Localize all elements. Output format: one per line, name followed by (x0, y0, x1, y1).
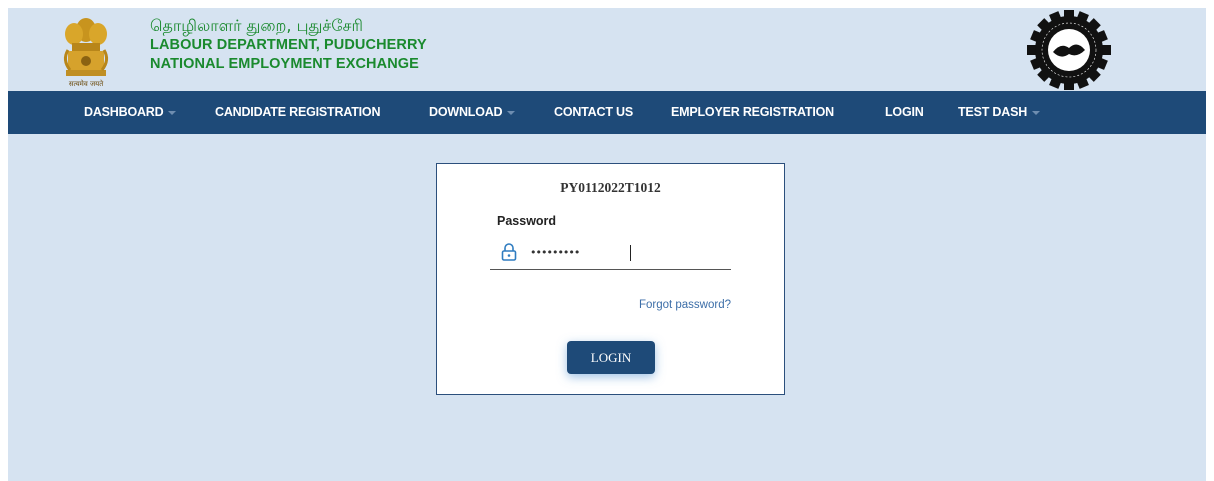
login-button[interactable]: LOGIN (567, 341, 655, 374)
registration-id: PY0112022T1012 (560, 180, 661, 195)
nav-login[interactable]: LOGIN (885, 105, 924, 119)
nav-dashboard-label: DASHBOARD (84, 105, 164, 119)
nav-candidate-registration-label: CANDIDATE REGISTRATION (215, 105, 381, 119)
nav-contact-us[interactable]: CONTACT US (554, 105, 633, 119)
nav-dashboard[interactable]: DASHBOARD (84, 105, 177, 119)
nav-test-dash-label: TEST DASH (958, 105, 1028, 119)
lock-icon (501, 243, 517, 261)
nav-candidate-registration[interactable]: CANDIDATE REGISTRATION (215, 105, 380, 119)
password-label: Password (497, 214, 557, 228)
nav-contact-us-label: CONTACT US (554, 105, 634, 119)
title-line1: LABOUR DEPARTMENT, PUDUCHERRY (150, 37, 427, 53)
text-cursor (630, 245, 631, 261)
nav-download[interactable]: DOWNLOAD (429, 105, 516, 119)
forgot-password-link[interactable]: Forgot password? (639, 299, 731, 311)
brand-block: தொழிலாளர் துறை, புதுச்சேரி LABOUR DEPART… (150, 16, 427, 74)
nav-download-label: DOWNLOAD (429, 105, 503, 119)
svg-text:सत्यमेव जयते: सत्यमेव जयते (69, 79, 104, 88)
password-input[interactable] (530, 241, 720, 263)
chevron-down-icon (1032, 110, 1041, 115)
chevron-down-icon (507, 110, 516, 115)
chevron-down-icon (168, 110, 177, 115)
employment-exchange-seal-icon (1027, 10, 1111, 90)
title-line2: NATIONAL EMPLOYMENT EXCHANGE (150, 56, 419, 72)
login-card: PY0112022T1012 Password Forgot password?… (436, 163, 785, 395)
title-tamil: தொழிலாளர் துறை, புதுச்சேரி (150, 16, 363, 35)
password-field-row (490, 237, 731, 270)
page-frame: सत्यमेव जयते தொழிலாளர் துறை, புதுச்சேரி … (8, 8, 1206, 481)
national-emblem-icon: सत्यमेव जयते (63, 18, 109, 88)
site-header: सत्यमेव जयते தொழிலாளர் துறை, புதுச்சேரி … (8, 8, 1206, 91)
nav-employer-registration[interactable]: EMPLOYER REGISTRATION (671, 105, 834, 119)
nav-employer-registration-label: EMPLOYER REGISTRATION (671, 105, 834, 119)
nav-login-label: LOGIN (885, 105, 924, 119)
nav-test-dash[interactable]: TEST DASH (958, 105, 1041, 119)
main-navbar: DASHBOARD CANDIDATE REGISTRATION DOWNLOA… (8, 91, 1206, 134)
